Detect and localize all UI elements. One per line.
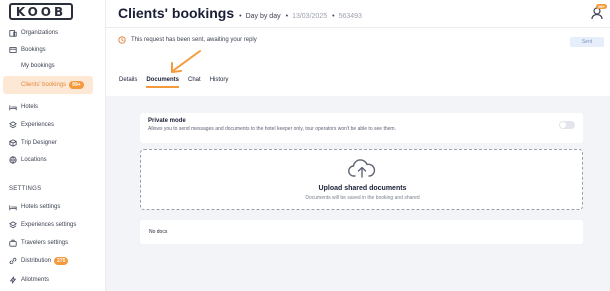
sidebar-item-my-bookings[interactable]: My bookings: [0, 59, 106, 73]
sidebar-item-label: My bookings: [21, 63, 55, 69]
private-mode-title: Private mode: [148, 118, 186, 124]
sidebar-item-label: Bookings: [21, 47, 46, 53]
breadcrumb-booking-id: 563493: [338, 13, 362, 20]
sidebar-item-distribution[interactable]: Distribution 275: [0, 254, 106, 268]
tab-documents[interactable]: Documents: [146, 77, 180, 88]
bolt-icon: [9, 276, 17, 284]
clock-icon: [118, 36, 126, 44]
notice-text: This request has been sent, awaiting you…: [131, 37, 257, 43]
koob-logo[interactable]: KOOB: [9, 3, 73, 20]
sidebar-item-label: Organizations: [21, 30, 59, 36]
bed-icon: [9, 103, 17, 111]
annotation-arrow-icon: [171, 50, 201, 73]
cloud-upload-icon: [348, 159, 376, 178]
clients-bookings-count-badge: 99+: [69, 81, 84, 89]
sidebar-item-trip-designer[interactable]: Trip Designer: [0, 136, 106, 150]
private-mode-card: Private mode Allows you to send messages…: [140, 113, 583, 143]
sidebar-item-label: Hotels: [21, 104, 39, 110]
request-status-notice: This request has been sent, awaiting you…: [118, 36, 257, 44]
sidebar-item-label: Hotels settings: [21, 204, 61, 210]
tab-chat[interactable]: Chat: [188, 77, 201, 88]
header-divider: [106, 27, 610, 28]
layers-icon: [9, 221, 17, 229]
bed-icon: [9, 203, 17, 211]
globe-icon: [9, 156, 17, 164]
sidebar-item-travelers-settings[interactable]: Travelers settings: [0, 236, 106, 250]
private-mode-toggle[interactable]: [559, 121, 575, 129]
sidebar-item-experiences-settings[interactable]: Experiences settings: [0, 218, 106, 232]
sidebar-item-label: Locations: [21, 157, 47, 163]
documents-list: No docs: [140, 220, 583, 244]
box-icon: [9, 139, 17, 147]
header: Clients' bookings • Day by day • 13/03/2…: [118, 5, 362, 21]
main-content: Clients' bookings • Day by day • 13/03/2…: [106, 0, 610, 291]
sidebar-item-label: Clients' bookings: [21, 82, 67, 88]
tab-details[interactable]: Details: [119, 77, 137, 88]
sidebar-item-hotels[interactable]: Hotels: [0, 100, 106, 114]
breadcrumb-day-by-day[interactable]: Day by day: [246, 13, 281, 20]
sidebar-item-label: Travelers settings: [21, 240, 69, 246]
booking-tabs: Details Documents Chat History: [119, 77, 237, 88]
sidebar: KOOB Organizations Bookings My bookings …: [0, 0, 106, 291]
sidebar-item-organizations[interactable]: Organizations: [0, 26, 106, 40]
sent-button[interactable]: Sent: [570, 37, 604, 47]
upload-subtitle: Documents will be saved in the booking a…: [305, 195, 420, 201]
sidebar-item-label: Experiences: [21, 122, 55, 128]
distribution-count-badge: 275: [54, 257, 69, 265]
private-mode-description: Allows you to send messages and document…: [148, 126, 396, 132]
sidebar-item-locations[interactable]: Locations: [0, 153, 106, 167]
page-title: Clients' bookings: [118, 5, 235, 21]
logo-text: KOOB: [9, 3, 73, 20]
sidebar-item-hotels-settings[interactable]: Hotels settings: [0, 200, 106, 214]
bookings-icon: [9, 46, 17, 54]
sidebar-item-label: Experiences settings: [21, 222, 77, 228]
sidebar-item-allotments[interactable]: Allotments: [0, 273, 106, 287]
sidebar-item-label: Allotments: [21, 277, 50, 283]
breadcrumb-separator: •: [332, 13, 335, 20]
user-notification-badge: 99+: [596, 4, 607, 9]
travelers-icon: [9, 239, 17, 247]
upload-title: Upload shared documents: [318, 185, 407, 192]
sidebar-item-label: Trip Designer: [21, 140, 57, 146]
organizations-icon: [9, 29, 17, 37]
sidebar-item-bookings[interactable]: Bookings: [0, 43, 106, 57]
settings-section-label: SETTINGS: [9, 186, 42, 192]
toggle-knob: [560, 122, 566, 128]
sidebar-item-clients-bookings[interactable]: Clients' bookings 99+: [3, 76, 93, 94]
tab-history[interactable]: History: [210, 77, 229, 88]
link-icon: [9, 257, 17, 265]
sidebar-item-label: Distribution: [21, 258, 52, 264]
upload-dropzone[interactable]: Upload shared documents Documents will b…: [140, 149, 583, 210]
breadcrumb-separator: •: [239, 13, 242, 20]
no-docs-text: No docs: [149, 229, 168, 235]
sidebar-item-experiences[interactable]: Experiences: [0, 118, 106, 132]
layers-icon: [9, 121, 17, 129]
breadcrumb-separator: •: [285, 13, 289, 20]
breadcrumb-date: 13/03/2025: [292, 13, 328, 20]
